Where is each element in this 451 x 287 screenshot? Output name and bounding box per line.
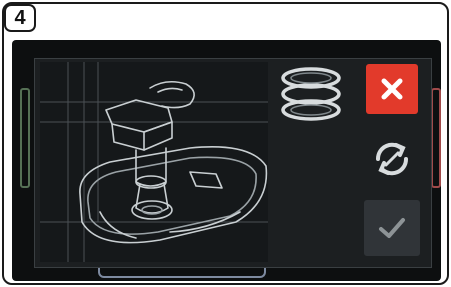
confirm-button[interactable] [364,200,420,256]
rotate-reset-button[interactable] [364,132,420,186]
screen-bezel-right [431,88,441,188]
3d-model-wireframe-icon [39,61,269,263]
model-preview-viewport[interactable] [39,61,269,263]
rotate-reset-icon [375,142,409,176]
ring-adjust-button[interactable] [274,62,348,126]
close-icon [381,78,403,100]
step-number-badge: 4 [4,4,36,32]
screen-bezel-left [20,88,30,188]
cancel-button[interactable] [366,64,418,114]
ring-stack-icon [281,67,341,121]
checkmark-icon [379,218,405,238]
